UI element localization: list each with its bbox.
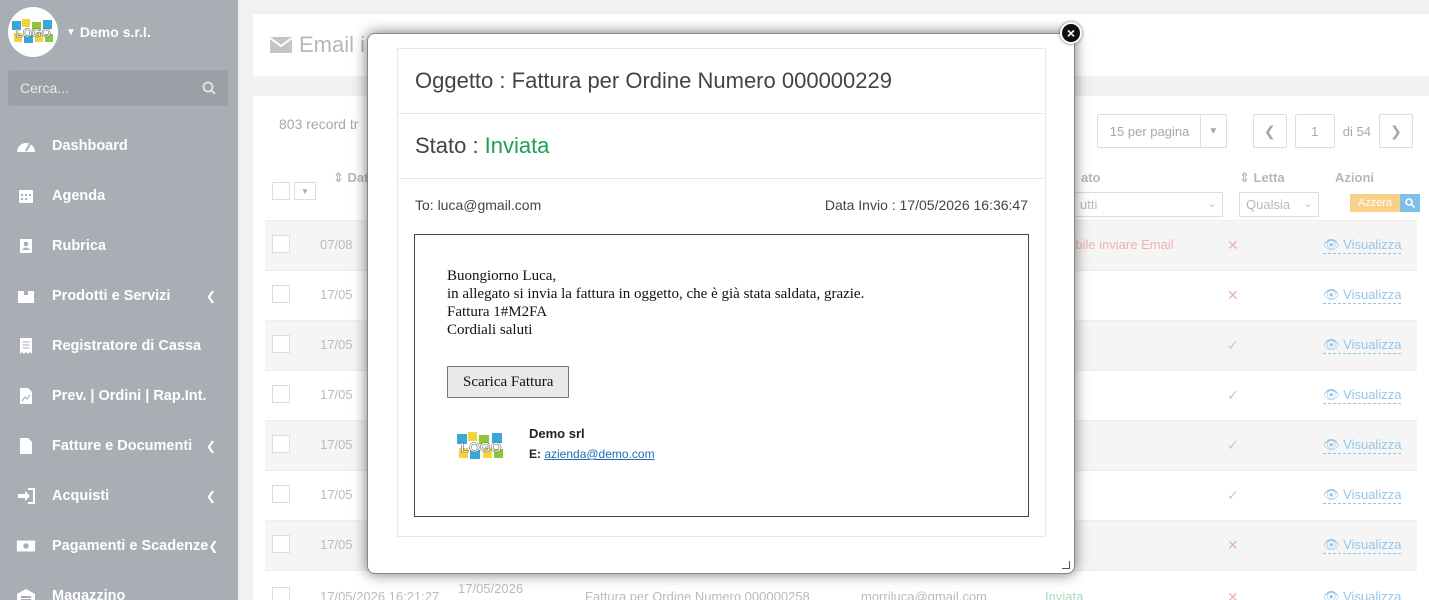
email-sent-date: Data Invio : 17/05/2026 16:36:47 <box>824 197 1028 213</box>
signature-email-link[interactable]: azienda@demo.com <box>544 447 654 461</box>
signature-email: E: azienda@demo.com <box>529 447 655 461</box>
close-modal-button[interactable]: × <box>1060 22 1082 44</box>
status-badge: Inviata <box>484 133 550 158</box>
email-recipient: To: luca@gmail.com <box>415 197 542 213</box>
email-body: Buongiorno Luca, in allegato si invia la… <box>414 234 1029 517</box>
signature-company: Demo srl <box>529 426 585 441</box>
email-preview-modal: Oggetto : Fattura per Ordine Numero 0000… <box>367 33 1075 574</box>
email-status: Stato : Inviata <box>398 114 1045 179</box>
email-meta: To: luca@gmail.com Data Invio : 17/05/20… <box>398 179 1045 231</box>
signature-logo: LOGO <box>447 426 515 466</box>
download-invoice-button[interactable]: Scarica Fattura <box>447 366 570 398</box>
email-preview-card: Oggetto : Fattura per Ordine Numero 0000… <box>397 48 1046 537</box>
svg-text:LOGO: LOGO <box>460 439 501 455</box>
close-icon: × <box>1066 25 1076 41</box>
email-signature: LOGO Demo srl E: azienda@demo.com <box>447 426 996 466</box>
resize-handle[interactable] <box>1062 561 1070 569</box>
email-subject: Oggetto : Fattura per Ordine Numero 0000… <box>398 49 1045 114</box>
